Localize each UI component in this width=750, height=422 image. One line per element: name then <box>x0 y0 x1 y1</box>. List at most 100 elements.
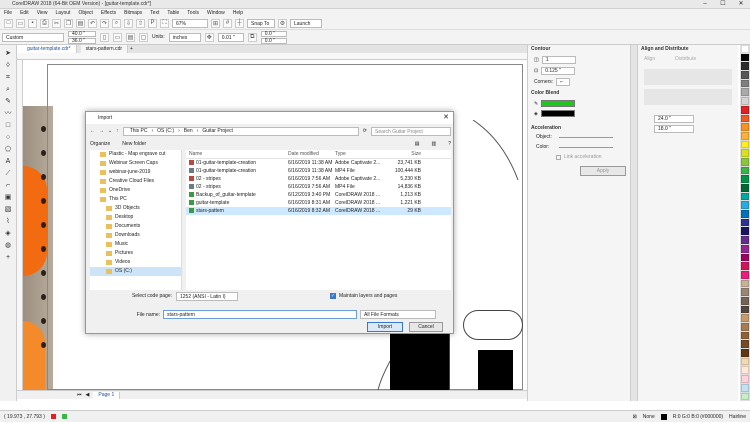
back-arrow-icon[interactable]: ← <box>90 128 95 134</box>
recent-locations-icon[interactable]: ⌄ <box>108 128 112 134</box>
print-icon[interactable]: ⎙ <box>40 18 49 28</box>
export-icon[interactable]: ⇧ <box>136 18 145 28</box>
portrait-icon[interactable]: ▯ <box>100 32 109 42</box>
prev-page-icon[interactable]: ◀ <box>86 392 90 398</box>
align-height-field[interactable]: 18.0 " <box>654 125 694 133</box>
nav-item[interactable]: Pictures <box>90 249 181 258</box>
duplicate-x-field[interactable]: 0.0 " <box>260 30 287 37</box>
breadcrumb-item[interactable]: Guitar Project <box>202 127 233 135</box>
zoom-tool-icon[interactable]: ⌕ <box>3 85 13 94</box>
file-row[interactable]: 02 - stripes 6/16/2019 7:56 AM Adobe Capti… <box>186 175 451 183</box>
page-size-preset-dropdown[interactable]: Custom <box>2 32 64 42</box>
pick-tool-icon[interactable]: ➤ <box>3 49 13 58</box>
fill-indicator-icon[interactable]: ⊠ <box>633 414 637 420</box>
contour-offset-field[interactable]: 0.125 " <box>541 67 576 75</box>
import-button[interactable]: Import <box>367 322 403 332</box>
outline-color-chip[interactable] <box>660 413 667 420</box>
paste-icon[interactable]: ▤ <box>76 18 85 28</box>
column-header[interactable]: Type <box>335 151 381 157</box>
file-row[interactable]: Backup_of_guitar-template 6/12/2019 3:40 … <box>186 191 451 199</box>
palette-swatch[interactable] <box>741 140 749 149</box>
palette-swatch[interactable] <box>741 383 749 392</box>
align-buttons-group[interactable] <box>644 69 732 85</box>
nav-item[interactable]: Videos <box>90 258 181 267</box>
palette-swatch[interactable] <box>741 114 749 123</box>
file-list[interactable]: Name Date modified Type Size 01-guitar-temp… <box>186 150 451 290</box>
show-grid-icon[interactable]: # <box>223 18 232 28</box>
menu-item-window[interactable]: Window <box>207 9 225 17</box>
outline-color-swatch[interactable] <box>541 100 576 107</box>
plus-icon[interactable]: + <box>130 46 133 52</box>
palette-swatch[interactable] <box>741 149 749 157</box>
fill-color-swatch[interactable] <box>540 110 575 117</box>
nav-item[interactable]: 3D Objects <box>90 204 181 213</box>
text-tool-icon[interactable]: A <box>3 157 13 166</box>
palette-swatch[interactable] <box>741 340 749 349</box>
zoom-level-dropdown[interactable]: 67% <box>172 18 208 28</box>
artistic-media-tool-icon[interactable]: 〰 <box>3 109 13 118</box>
import-icon[interactable]: ⇩ <box>124 18 133 28</box>
add-tool-icon[interactable]: + <box>3 253 13 262</box>
file-name-input[interactable]: stars-pattern <box>163 310 357 319</box>
palette-swatch[interactable] <box>741 357 749 366</box>
palette-swatch[interactable] <box>741 123 749 131</box>
column-header[interactable]: Size <box>381 151 421 157</box>
interactive-fill-tool-icon[interactable]: ◈ <box>3 229 13 238</box>
full-screen-icon[interactable]: ⛶ <box>160 18 169 28</box>
page-height-field[interactable]: 36.0 " <box>68 37 96 44</box>
palette-swatch[interactable] <box>741 244 749 253</box>
new-document-icon[interactable]: □ <box>4 18 13 28</box>
duplicate-y-field[interactable]: 0.0 " <box>260 37 287 44</box>
contour-steps-field[interactable]: 1 <box>541 56 576 64</box>
palette-swatch[interactable] <box>741 53 749 62</box>
palette-swatch[interactable] <box>741 166 749 175</box>
palette-swatch[interactable] <box>741 227 749 236</box>
file-row[interactable]: guitar-template 6/16/2019 8:31 AM CorelDRA… <box>186 199 451 207</box>
palette-swatch[interactable] <box>741 71 749 79</box>
publish-pdf-icon[interactable]: P <box>148 18 157 28</box>
link-accel-checkbox[interactable] <box>556 154 561 160</box>
minimize-icon[interactable]: – <box>696 0 714 9</box>
menu-item-effects[interactable]: Effects <box>101 9 116 17</box>
nav-item[interactable]: Creative Cloud Files <box>90 177 181 186</box>
palette-swatch[interactable] <box>741 253 749 262</box>
nav-item[interactable]: OS (C:) <box>90 267 181 276</box>
palette-swatch[interactable] <box>741 349 749 357</box>
palette-swatch[interactable] <box>741 288 749 296</box>
snap-to-dropdown[interactable]: Snap To <box>247 18 275 28</box>
refresh-icon[interactable]: ⟳ <box>363 128 367 134</box>
new-folder-button[interactable]: New folder <box>122 141 146 147</box>
polygon-tool-icon[interactable]: ⬠ <box>3 145 13 154</box>
menu-item-table[interactable]: Table <box>167 9 179 17</box>
menu-item-view[interactable]: View <box>37 9 48 17</box>
options-icon[interactable]: ⚙ <box>278 18 287 28</box>
column-header[interactable]: Date modified <box>288 151 335 157</box>
menu-item-layout[interactable]: Layout <box>55 9 70 17</box>
nudge-distance-field[interactable]: 0.01 " <box>217 32 244 42</box>
document-tab[interactable]: guitar-template.cdr* <box>22 45 77 53</box>
nav-item[interactable]: OneDrive <box>90 186 181 195</box>
nav-item[interactable]: Webinar Screen Caps <box>90 159 181 168</box>
maintain-layers-checkbox[interactable]: ✓ <box>330 293 336 299</box>
undo-icon[interactable]: ↶ <box>88 18 97 28</box>
page-1-tab[interactable]: Page 1 <box>93 391 121 399</box>
palette-swatch[interactable] <box>741 45 749 53</box>
palette-swatch[interactable] <box>741 131 749 140</box>
first-page-icon[interactable]: ⏮ <box>77 392 82 398</box>
column-header[interactable]: Name <box>186 151 288 157</box>
breadcrumb-item[interactable]: This PC <box>130 127 148 135</box>
palette-swatch[interactable] <box>741 296 749 305</box>
rectangle-tool-icon[interactable]: □ <box>3 121 13 130</box>
file-type-dropdown[interactable]: All File Formats <box>360 310 436 319</box>
connector-tool-icon[interactable]: ⌐ <box>3 181 13 190</box>
object-accel-slider[interactable] <box>559 136 613 138</box>
palette-swatch[interactable] <box>741 366 749 375</box>
breadcrumb-item[interactable]: Ben <box>184 127 193 135</box>
help-icon[interactable]: ? <box>448 141 451 147</box>
menu-item-tools[interactable]: Tools <box>187 9 199 17</box>
align-width-field[interactable]: 24.0 " <box>654 115 694 123</box>
crop-tool-icon[interactable]: ⌗ <box>3 73 13 82</box>
freehand-tool-icon[interactable]: ✎ <box>3 97 13 106</box>
nav-item[interactable]: Documents <box>90 222 181 231</box>
close-icon[interactable]: ✕ <box>732 0 750 9</box>
